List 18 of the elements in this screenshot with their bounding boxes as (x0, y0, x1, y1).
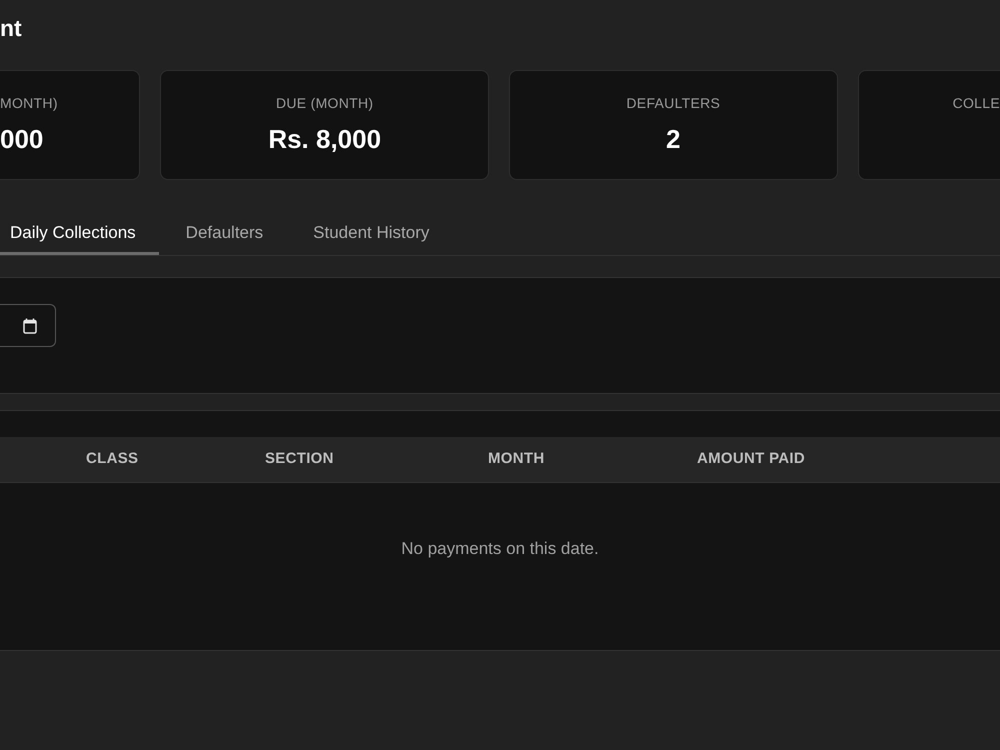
empty-message: No payments on this date. (401, 538, 599, 560)
stat-value: 000 (0, 123, 44, 155)
stat-label: MONTH) (0, 94, 58, 112)
tab[interactable]: Daily Collections (0, 212, 159, 255)
column-header: CLASS (86, 449, 140, 470)
stat-label: DUE (MONTH) (276, 94, 374, 112)
column-header: MONTH (488, 449, 546, 470)
tab[interactable]: Student History (290, 212, 452, 255)
column-header: SECTION (265, 449, 335, 470)
tab[interactable]: Defaulters (162, 212, 286, 255)
stat-value: Rs. 8,000 (268, 123, 382, 155)
stat-label: DEFAULTERS (626, 94, 720, 112)
calendar-icon (23, 318, 37, 334)
stat-value: 2 (666, 123, 681, 155)
column-header: AMOUNT PAID (697, 449, 806, 470)
page-title: nt (0, 15, 22, 41)
date-field[interactable] (0, 304, 56, 347)
stat-label: COLLE (952, 94, 1000, 112)
